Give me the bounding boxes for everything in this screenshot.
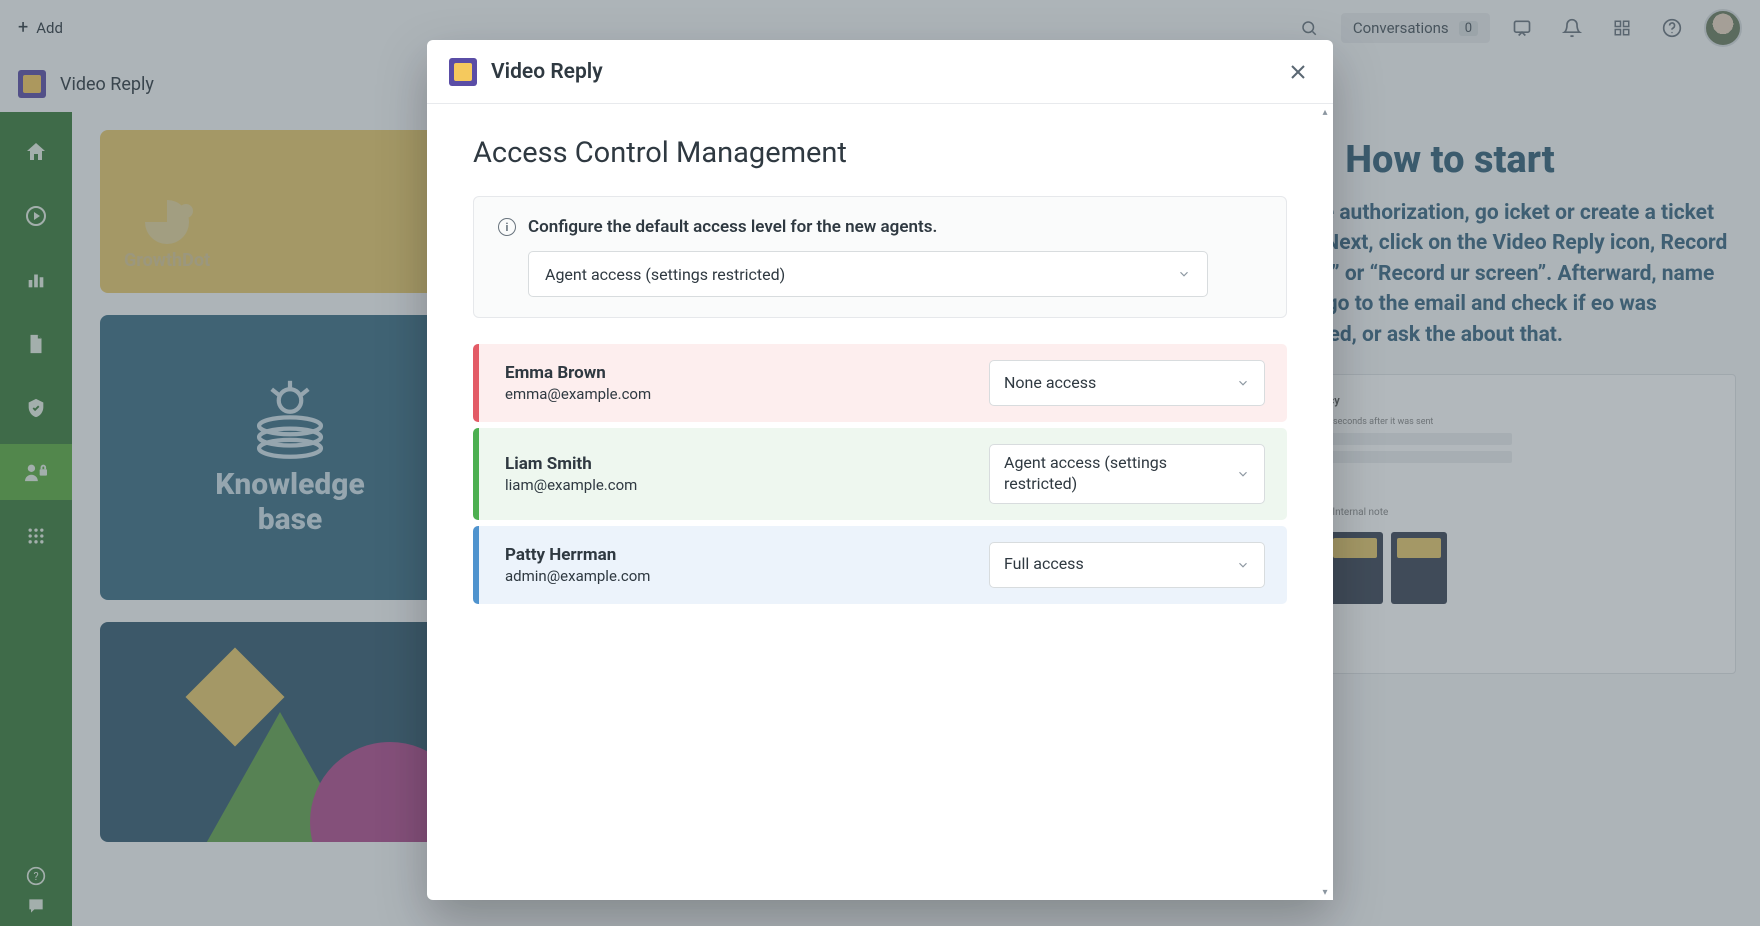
agent-name: Liam Smith — [505, 454, 637, 474]
agent-row: Liam Smith liam@example.com Agent access… — [473, 428, 1287, 520]
agent-email: admin@example.com — [505, 567, 650, 585]
agent-access-value: Full access — [1004, 554, 1236, 575]
modal-title: Video Reply — [491, 60, 603, 84]
agent-access-value: None access — [1004, 373, 1236, 394]
access-control-modal: Video Reply Access Control Management i … — [427, 40, 1333, 900]
default-access-block: i Configure the default access level for… — [473, 196, 1287, 318]
chevron-down-icon — [1236, 467, 1250, 481]
chevron-down-icon — [1236, 376, 1250, 390]
agent-name: Emma Brown — [505, 363, 651, 383]
chevron-down-icon — [1236, 558, 1250, 572]
agent-email: liam@example.com — [505, 476, 637, 494]
agent-access-select[interactable]: Full access — [989, 542, 1265, 588]
default-access-info: Configure the default access level for t… — [528, 217, 937, 237]
scroll-up-icon[interactable]: ▴ — [1317, 104, 1333, 120]
modal-header: Video Reply — [427, 40, 1333, 104]
scroll-down-icon[interactable]: ▾ — [1317, 884, 1333, 900]
chevron-down-icon — [1177, 267, 1191, 281]
modal-heading: Access Control Management — [473, 136, 1287, 170]
default-access-value: Agent access (settings restricted) — [545, 265, 785, 284]
default-access-select[interactable]: Agent access (settings restricted) — [528, 251, 1208, 297]
agent-email: emma@example.com — [505, 385, 651, 403]
agent-name: Patty Herrman — [505, 545, 650, 565]
agent-row: Patty Herrman admin@example.com Full acc… — [473, 526, 1287, 604]
agent-row: Emma Brown emma@example.com None access — [473, 344, 1287, 422]
modal-scroll-area: Access Control Management i Configure th… — [427, 104, 1333, 900]
close-icon[interactable] — [1285, 59, 1311, 85]
info-icon: i — [498, 218, 516, 236]
agent-access-select[interactable]: Agent access (settings restricted) — [989, 444, 1265, 504]
agent-access-select[interactable]: None access — [989, 360, 1265, 406]
agent-access-value: Agent access (settings restricted) — [1004, 453, 1236, 495]
modal-logo-icon — [449, 58, 477, 86]
modal-scrollbar[interactable]: ▴ ▾ — [1317, 104, 1333, 900]
